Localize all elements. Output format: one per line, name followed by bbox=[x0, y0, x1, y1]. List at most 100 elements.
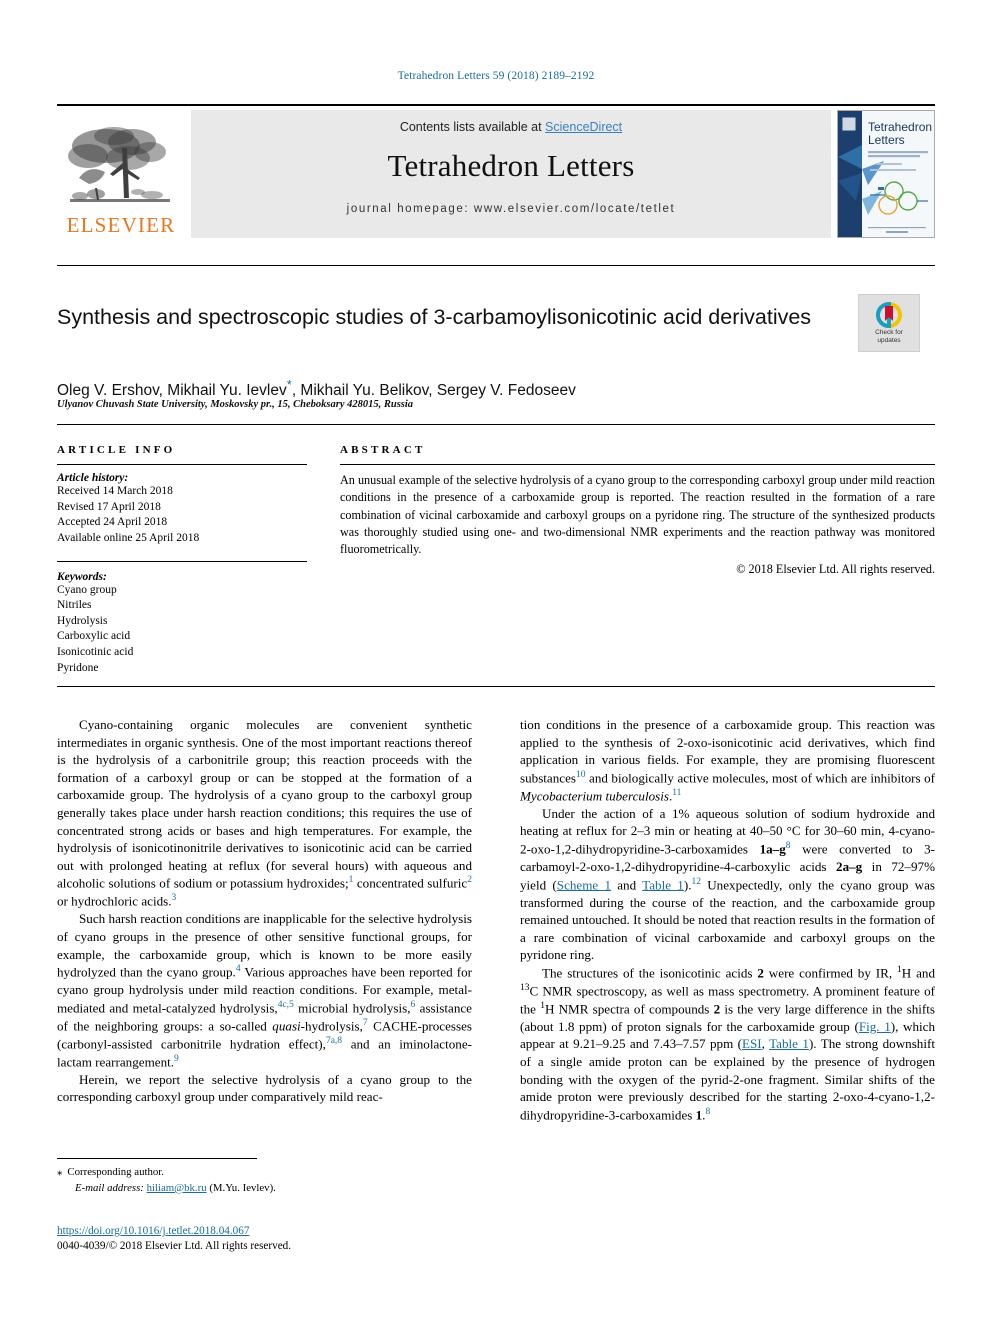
history-available-online: Available online 25 April 2018 bbox=[57, 531, 200, 544]
citation-ref[interactable]: 2 bbox=[467, 875, 472, 885]
r2-text-e: and bbox=[611, 876, 643, 892]
isotope-sup: 13 bbox=[520, 982, 530, 993]
paragraph: Cyano-containing organic molecules are c… bbox=[57, 716, 472, 910]
body-divider bbox=[57, 686, 935, 687]
authors-part2: , Mikhail Yu. Belikov, Sergey V. Fedosee… bbox=[291, 382, 576, 400]
p1-text-b: concentrated sulfuric bbox=[353, 875, 468, 891]
abstract-rule bbox=[340, 464, 935, 465]
crossmark-badge[interactable]: Check for updates bbox=[858, 294, 920, 352]
citation-ref[interactable]: 8 bbox=[705, 1107, 710, 1117]
paper-page: Tetrahedron Letters 59 (2018) 2189–2192 bbox=[0, 0, 992, 1323]
citation-ref[interactable]: 3 bbox=[172, 893, 177, 903]
email-owner: (M.Yu. Ievlev). bbox=[209, 1181, 276, 1194]
citation-ref[interactable]: 9 bbox=[174, 1054, 179, 1064]
page-title: Synthesis and spectroscopic studies of 3… bbox=[57, 305, 812, 330]
keyword-item: Hydrolysis bbox=[57, 614, 108, 627]
figure-link[interactable]: Fig. 1 bbox=[859, 1019, 891, 1034]
sciencedirect-link[interactable]: ScienceDirect bbox=[545, 120, 622, 134]
article-info-rule bbox=[57, 464, 307, 465]
keyword-item: Pyridone bbox=[57, 661, 99, 674]
footnote-star-icon: ⁎ bbox=[57, 1166, 63, 1178]
p2-italic: quasi bbox=[272, 1018, 301, 1034]
footnote-block: ⁎ Corresponding author. E-mail address: h… bbox=[57, 1165, 477, 1196]
email-label: E-mail address: bbox=[75, 1181, 144, 1194]
p2-text-c: microbial hydrolysis, bbox=[293, 1000, 411, 1016]
table-link[interactable]: Table 1 bbox=[769, 1036, 809, 1051]
keywords-rule bbox=[57, 560, 307, 562]
r3-text-c: H and bbox=[901, 965, 935, 981]
paragraph: Such harsh reaction conditions are inapp… bbox=[57, 910, 472, 1070]
paragraph: Herein, we report the selective hydrolys… bbox=[57, 1071, 472, 1105]
title-divider bbox=[57, 265, 935, 266]
contents-line: Contents lists available at ScienceDirec… bbox=[400, 120, 622, 134]
r3-text-a: The structures of the isonicotinic acids bbox=[542, 965, 758, 981]
r1-text-b: and biologically active molecules, most … bbox=[585, 770, 935, 786]
crossmark-line2: updates bbox=[877, 336, 901, 344]
journal-homepage[interactable]: journal homepage: www.elsevier.com/locat… bbox=[347, 203, 676, 215]
p2-text-e: -hydrolysis, bbox=[300, 1018, 363, 1034]
footnote-divider bbox=[57, 1158, 257, 1159]
info-divider bbox=[57, 424, 935, 425]
journal-masthead: ELSEVIER Contents lists available at Sci… bbox=[57, 104, 935, 238]
corresponding-author-note: ⁎ Corresponding author. bbox=[57, 1165, 477, 1181]
history-accepted: Accepted 24 April 2018 bbox=[57, 516, 168, 529]
paragraph: tion conditions in the presence of a car… bbox=[520, 716, 935, 805]
cover-art: Tetrahedron Letters bbox=[838, 111, 934, 237]
keyword-item: Nitriles bbox=[57, 599, 92, 612]
contents-prefix: Contents lists available at bbox=[399, 120, 546, 134]
article-history-label: Article history: bbox=[57, 472, 129, 484]
esi-link[interactable]: ESI bbox=[742, 1036, 762, 1051]
issn-copyright: 0040-4039/© 2018 Elsevier Ltd. All right… bbox=[57, 1240, 292, 1253]
keyword-item: Carboxylic acid bbox=[57, 630, 131, 643]
elsevier-logo: ELSEVIER bbox=[57, 110, 185, 238]
r1-italic: Mycobacterium tuberculosis bbox=[520, 788, 669, 804]
p1-text-c: or hydrochloric acids. bbox=[57, 893, 172, 909]
elsevier-tree-icon bbox=[68, 127, 170, 202]
citation-ref[interactable]: 10 bbox=[576, 770, 586, 780]
abstract-copyright: © 2018 Elsevier Ltd. All rights reserved… bbox=[736, 561, 935, 576]
paragraph: The structures of the isonicotinic acids… bbox=[520, 964, 935, 1124]
history-received: Received 14 March 2018 bbox=[57, 485, 173, 497]
scheme-link[interactable]: Scheme 1 bbox=[557, 877, 611, 892]
article-info-heading: ARTICLE INFO bbox=[57, 444, 176, 456]
r3-text-e: H NMR spectra of compounds bbox=[544, 1001, 714, 1017]
abstract-text: An unusual example of the selective hydr… bbox=[340, 473, 935, 557]
article-info-column: ARTICLE INFO Article history: Received 1… bbox=[57, 444, 307, 676]
svg-text:Letters: Letters bbox=[868, 133, 905, 147]
keywords-block: Keywords: Cyano group Nitriles Hydrolysi… bbox=[57, 571, 307, 677]
citation-ref[interactable]: 11 bbox=[672, 788, 681, 798]
r3-text-b: were confirmed by IR, bbox=[763, 965, 898, 981]
crossmark-icon bbox=[876, 302, 902, 329]
email-line: E-mail address: hiliam@bk.ru (M.Yu. Ievl… bbox=[57, 1181, 477, 1197]
citation-ref[interactable]: 4c,5 bbox=[278, 1000, 294, 1010]
doi-link[interactable]: https://doi.org/10.1016/j.tetlet.2018.04… bbox=[57, 1225, 249, 1237]
body-column-left: Cyano-containing organic molecules are c… bbox=[57, 716, 472, 1106]
keyword-item: Isonicotinic acid bbox=[57, 646, 134, 658]
keyword-item: Cyano group bbox=[57, 583, 117, 596]
paragraph: Under the action of a 1% aqueous solutio… bbox=[520, 805, 935, 964]
abstract-column: ABSTRACT An unusual example of the selec… bbox=[340, 444, 935, 577]
compound-label: 2a–g bbox=[836, 858, 863, 874]
svg-text:Tetrahedron: Tetrahedron bbox=[868, 120, 932, 134]
journal-title: Tetrahedron Letters bbox=[387, 148, 635, 183]
keywords-label: Keywords: bbox=[57, 570, 107, 583]
abstract-heading: ABSTRACT bbox=[340, 444, 426, 456]
crossmark-line1: Check for bbox=[875, 329, 903, 337]
affiliation: Ulyanov Chuvash State University, Moskov… bbox=[57, 399, 414, 410]
corresponding-author-label: Corresponding author. bbox=[67, 1166, 164, 1178]
author-list: Oleg V. Ershov, Mikhail Yu. Ievlev*, Mik… bbox=[57, 377, 935, 400]
journal-cover-thumbnail: Tetrahedron Letters bbox=[837, 110, 935, 238]
compound-label: 1a–g bbox=[759, 841, 786, 857]
table-link[interactable]: Table 1 bbox=[642, 877, 684, 892]
running-head: Tetrahedron Letters 59 (2018) 2189–2192 bbox=[397, 70, 595, 82]
p1-text-a: Cyano-containing organic molecules are c… bbox=[57, 717, 472, 891]
body-column-right: tion conditions in the presence of a car… bbox=[520, 716, 935, 1124]
journal-band: Contents lists available at ScienceDirec… bbox=[191, 110, 831, 238]
r3-text-h: , bbox=[761, 1036, 770, 1052]
citation-ref[interactable]: 7a,8 bbox=[326, 1036, 342, 1046]
email-link[interactable]: hiliam@bk.ru bbox=[147, 1182, 207, 1194]
history-revised: Revised 17 April 2018 bbox=[57, 500, 161, 513]
elsevier-wordmark: ELSEVIER bbox=[66, 213, 176, 237]
citation-ref[interactable]: 12 bbox=[691, 877, 701, 887]
doi-block: https://doi.org/10.1016/j.tetlet.2018.04… bbox=[57, 1224, 477, 1254]
